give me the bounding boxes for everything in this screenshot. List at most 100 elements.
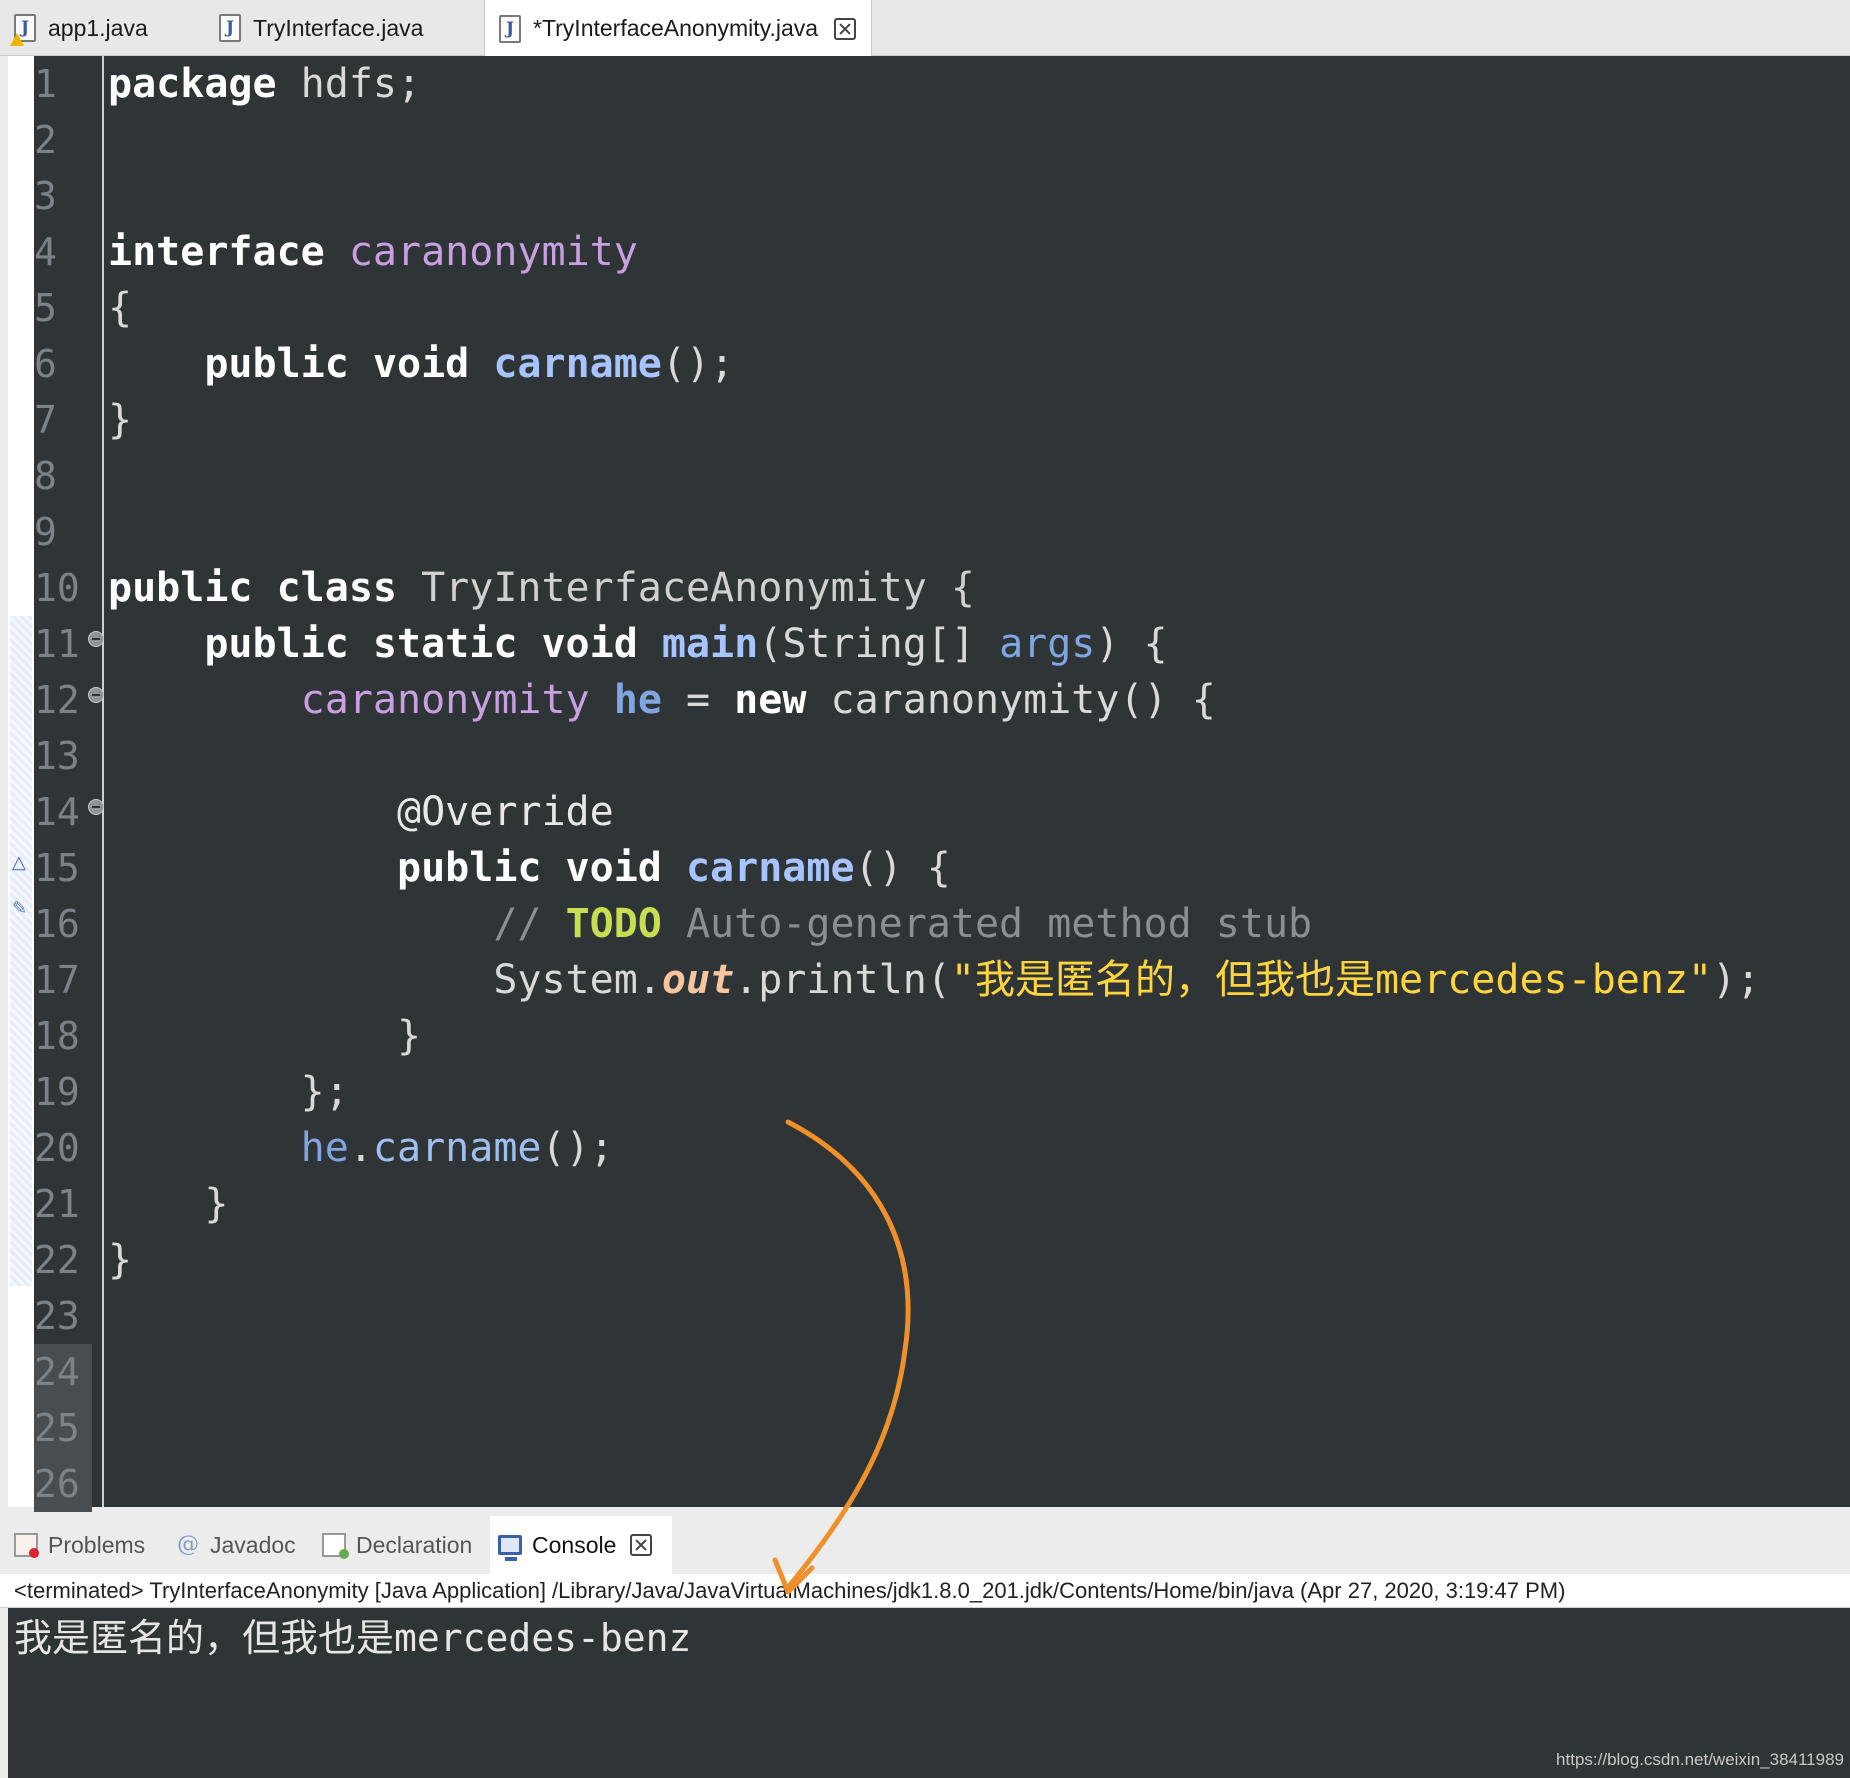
line-number: 17 — [34, 958, 80, 1002]
tab-label: Javadoc — [210, 1531, 296, 1558]
tab-console[interactable]: Console — [490, 1516, 672, 1574]
code-token: Auto-generated method stub — [661, 901, 1313, 947]
code-token: hdfs; — [276, 61, 422, 107]
code-token: he — [300, 1125, 349, 1171]
code-line-22: } — [108, 1232, 132, 1288]
code-token: } — [108, 397, 133, 443]
console-icon — [498, 1535, 522, 1561]
tab-declaration[interactable]: Declaration — [314, 1516, 484, 1574]
code-token: he — [613, 677, 662, 723]
tab-javadoc[interactable]: @ Javadoc — [168, 1516, 308, 1574]
code-token: // — [493, 901, 566, 947]
code-editor[interactable]: △ ✎ 1 2 3 4 5 6 7 8 9 10 11 12 13 14 15 16 17 18 19 20 21 22 2… — [8, 56, 1850, 1512]
code-line-20: he.carname(); — [108, 1120, 614, 1176]
code-token: (String[] — [758, 621, 1000, 667]
close-tab-icon[interactable] — [834, 17, 857, 40]
tab-app1-java[interactable]: J app1.java — [0, 0, 200, 56]
code-token: caranonymity() { — [806, 677, 1216, 723]
tab-tryinterface-java[interactable]: J TryInterface.java — [205, 0, 475, 56]
editor-tab-bar: J app1.java J TryInterface.java J *TryIn… — [0, 0, 1850, 57]
code-token: package — [108, 61, 277, 107]
code-token: "我是匿名的，但我也是mercedes-benz" — [950, 957, 1713, 1003]
code-line-1: package hdfs; — [108, 56, 421, 112]
at-icon: @ — [177, 1532, 199, 1557]
line-number: 25 — [34, 1400, 92, 1456]
code-line-11: public static void main(String[] args) { — [108, 616, 1167, 672]
code-line-7: } — [108, 392, 132, 448]
code-token: ); — [1712, 957, 1761, 1003]
code-token: .println( — [734, 957, 951, 1003]
code-line-18: } — [108, 1008, 421, 1064]
line-number: 23 — [34, 1294, 80, 1338]
code-line-16: // TODO Auto-generated method stub — [108, 896, 1312, 952]
line-number: 16 — [34, 902, 80, 946]
tab-tryinterfaceanonymity-java[interactable]: J *TryInterfaceAnonymity.java — [484, 0, 872, 57]
bottom-panel-tab-bar: Problems @ Javadoc Declaration Console — [0, 1516, 1850, 1574]
code-token: main — [637, 621, 759, 667]
code-line-6: public void carname(); — [108, 336, 734, 392]
code-line-10: public class TryInterfaceAnonymity { — [108, 560, 975, 616]
java-file-warning-icon: J — [10, 14, 36, 46]
line-number: 21 — [34, 1182, 80, 1226]
code-token: caranonymity — [300, 677, 590, 723]
tab-label: app1.java — [48, 14, 148, 41]
code-token: @Override — [396, 789, 614, 835]
line-number: 18 — [34, 1014, 80, 1058]
line-number: 14 — [34, 790, 80, 834]
problems-icon — [14, 1533, 39, 1558]
code-line-15: public void carname() { — [108, 840, 951, 896]
code-token: TODO — [565, 901, 662, 947]
code-line-14: @Override — [108, 784, 614, 840]
java-file-icon: J — [219, 14, 241, 42]
line-number: 15 — [34, 846, 80, 890]
line-number: 10 — [34, 566, 80, 610]
code-token: public class — [108, 565, 397, 611]
console-output-line: 我是匿名的，但我也是mercedes-benz — [14, 1616, 692, 1660]
line-number: 2 — [34, 118, 57, 162]
code-token: } — [204, 1181, 229, 1227]
line-number: 9 — [34, 510, 57, 554]
line-number: 8 — [34, 454, 57, 498]
code-token: public void — [396, 845, 662, 891]
code-token: new — [734, 677, 807, 723]
line-number: 13 — [34, 734, 80, 778]
code-line-12: caranonymity he = new caranonymity() { — [108, 672, 1216, 728]
tab-label: *TryInterfaceAnonymity.java — [533, 15, 819, 41]
line-number: 20 — [34, 1126, 80, 1170]
task-marker-icon: ✎ — [12, 898, 28, 918]
line-number: 5 — [34, 286, 57, 330]
line-number: 3 — [34, 174, 57, 218]
line-number: 7 — [34, 398, 57, 442]
ide-window: J app1.java J TryInterface.java J *TryIn… — [0, 0, 1850, 1778]
code-line-17: System.out.println("我是匿名的，但我也是mercedes-b… — [108, 952, 1760, 1008]
code-token: System. — [493, 957, 662, 1003]
declaration-icon — [322, 1533, 349, 1559]
close-console-icon[interactable] — [630, 1534, 653, 1556]
code-token: = — [661, 677, 735, 723]
code-token: interface — [108, 229, 325, 275]
line-number: 4 — [34, 230, 57, 274]
line-number: 12 — [34, 678, 80, 722]
line-number: 22 — [34, 1238, 80, 1282]
tab-label: Declaration — [356, 1531, 473, 1558]
code-line-19: }; — [108, 1064, 349, 1120]
tab-problems[interactable]: Problems — [6, 1516, 156, 1574]
code-token: public void — [204, 341, 470, 387]
code-token: carname — [469, 341, 662, 387]
console-output-area[interactable]: 我是匿名的，但我也是mercedes-benz https://blog.csd… — [8, 1608, 1850, 1778]
code-line-5: { — [108, 280, 132, 336]
code-token: caranonymity — [324, 229, 638, 275]
code-token: { — [108, 285, 133, 331]
line-number: 26 — [34, 1456, 92, 1512]
code-token: . — [348, 1125, 373, 1171]
